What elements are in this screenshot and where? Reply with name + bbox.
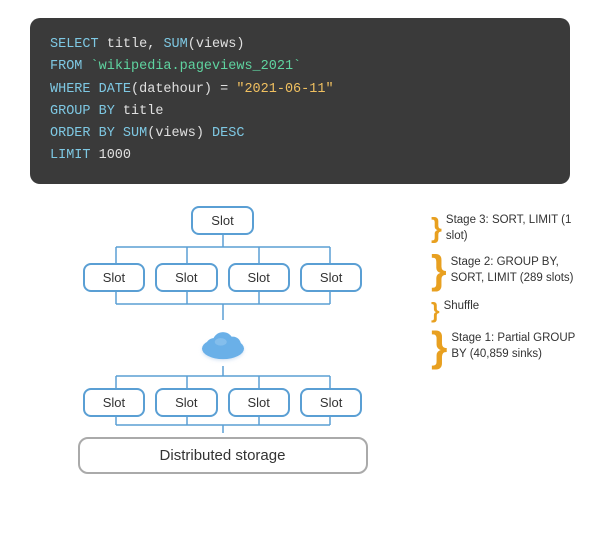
annotation-stage1: } Stage 1: Partial GROUP BY (40,859 sink… — [431, 330, 580, 368]
bracket-stage1: } — [431, 326, 447, 368]
annotations-panel: } Stage 3: SORT, LIMIT (1 slot) } Stage … — [425, 202, 580, 368]
distributed-storage: Distributed storage — [78, 437, 368, 474]
code-line-1: SELECT title, SUM(views) — [50, 34, 550, 56]
connector-cloud-to-bottom — [78, 366, 368, 388]
connector-middle-to-cloud — [78, 292, 368, 320]
annotation-stage2: } Stage 2: GROUP BY, SORT, LIMIT (289 sl… — [431, 254, 580, 290]
bottom-slot-2: Slot — [155, 388, 217, 417]
code-line-5: ORDER BY SUM(views) DESC — [50, 123, 550, 145]
bottom-slot-1: Slot — [83, 388, 145, 417]
bottom-slot-3: Slot — [228, 388, 290, 417]
connector-top-to-middle — [78, 235, 368, 263]
tree-diagram: Slot Slot Slot Slot Slot — [20, 202, 425, 474]
middle-slot-3: Slot — [228, 263, 290, 292]
annotation-shuffle-text: Shuffle — [444, 298, 480, 314]
code-line-3: WHERE DATE(datehour) = "2021-06-11" — [50, 79, 550, 101]
annotation-stage3-text: Stage 3: SORT, LIMIT (1 slot) — [446, 212, 580, 244]
diagram-area: Slot Slot Slot Slot Slot — [20, 202, 580, 474]
bracket-stage2: } — [431, 250, 447, 290]
bracket-stage3: } — [431, 214, 442, 242]
keyword: SELECT — [50, 37, 107, 52]
top-slot: Slot — [191, 206, 253, 235]
annotation-stage3: } Stage 3: SORT, LIMIT (1 slot) — [431, 212, 580, 244]
bracket-shuffle: } — [431, 300, 440, 322]
code-line-4: GROUP BY title — [50, 101, 550, 123]
connector-bottom-to-storage — [78, 417, 368, 433]
middle-slot-2: Slot — [155, 263, 217, 292]
code-block: SELECT title, SUM(views) FROM `wikipedia… — [30, 18, 570, 184]
annotation-shuffle: } Shuffle — [431, 298, 580, 322]
code-line-6: LIMIT 1000 — [50, 145, 550, 167]
annotation-stage1-text: Stage 1: Partial GROUP BY (40,859 sinks) — [451, 330, 580, 362]
bottom-slot-row: Slot Slot Slot Slot — [83, 388, 363, 417]
cloud-svg — [193, 322, 253, 364]
annotation-stage2-text: Stage 2: GROUP BY, SORT, LIMIT (289 slot… — [451, 254, 580, 286]
middle-slot-1: Slot — [83, 263, 145, 292]
middle-slot-4: Slot — [300, 263, 362, 292]
bottom-slot-4: Slot — [300, 388, 362, 417]
code-line-2: FROM `wikipedia.pageviews_2021` — [50, 56, 550, 78]
cloud-icon — [193, 322, 253, 364]
middle-slot-row: Slot Slot Slot Slot — [83, 263, 363, 292]
